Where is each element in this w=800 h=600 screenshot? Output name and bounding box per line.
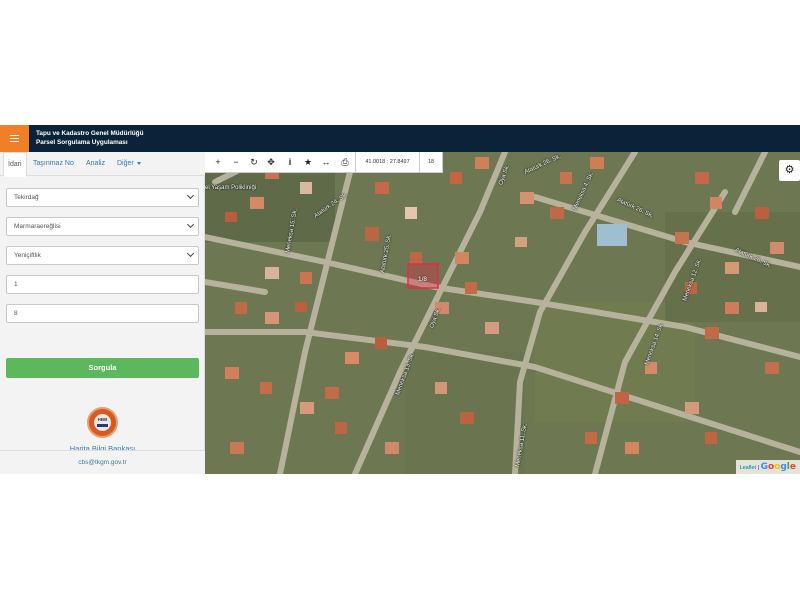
tab-idari[interactable]: İdari	[3, 152, 27, 177]
contact-email-link[interactable]: cbs@tkgm.gov.tr	[0, 450, 205, 474]
crosshair-icon: ✥	[267, 157, 275, 167]
tab-analiz[interactable]: Analiz	[86, 152, 105, 176]
ruler-icon: ↔	[321, 157, 331, 167]
chevron-down-icon	[186, 191, 195, 200]
parcel-label[interactable]: 1/8	[418, 276, 427, 283]
favorite-button[interactable]: ★	[299, 152, 317, 173]
province-select[interactable]: Tekirdağ	[6, 188, 199, 207]
locate-button[interactable]: ✥	[262, 152, 280, 173]
logo-text: HBB	[97, 417, 108, 422]
tab-diger[interactable]: Diğer	[117, 152, 141, 176]
tab-label: Taşınmaz No	[33, 160, 74, 167]
menu-button[interactable]	[0, 125, 29, 152]
chevron-down-icon	[186, 220, 195, 229]
search-panel: İdari Taşınmaz No Analiz Diğer Tekirdağ …	[0, 152, 205, 474]
google-logo: Google	[760, 462, 796, 472]
query-button[interactable]: Sorgula	[6, 358, 199, 378]
neighborhood-value: Yeniçiftlik	[14, 252, 41, 259]
satellite-imagery	[205, 152, 800, 474]
district-select[interactable]: Marmaraereğlisi	[6, 217, 199, 236]
province-value: Tekirdağ	[14, 194, 39, 201]
zoom-out-button[interactable]: −	[227, 152, 245, 173]
tab-tasinmaz-no[interactable]: Taşınmaz No	[33, 152, 74, 176]
parcel-value: 8	[14, 310, 18, 317]
zoom-in-button[interactable]: +	[209, 152, 227, 173]
poi-label: el Yaşam Polikliniği	[205, 185, 257, 191]
tab-label: Analiz	[86, 160, 106, 167]
refresh-icon: ↻	[250, 157, 258, 167]
leaflet-link[interactable]: Leaflet	[740, 465, 757, 471]
coordinate-readout: 41.0018 : 27.8497	[355, 152, 420, 173]
satellite-map[interactable]: el Yaşam Polikliniği Atatürk 24. Sk. Ata…	[205, 152, 800, 474]
attribution-separator: |	[757, 465, 760, 471]
neighborhood-select[interactable]: Yeniçiftlik	[6, 246, 199, 265]
info-icon: i	[288, 157, 292, 167]
app-title: Tapu ve Kadastro Genel Müdürlüğü Parsel …	[36, 129, 143, 147]
info-button[interactable]: i	[281, 152, 299, 173]
tab-label: İdari	[8, 161, 22, 168]
gear-icon: ⚙	[784, 164, 795, 176]
parcel-input[interactable]: 8	[6, 304, 199, 323]
block-value: 1	[14, 281, 18, 288]
print-icon: ⎙	[341, 157, 349, 167]
settings-button[interactable]: ⚙	[779, 160, 800, 181]
title-line-1: Tapu ve Kadastro Genel Müdürlüğü	[36, 130, 144, 137]
block-input[interactable]: 1	[6, 275, 199, 294]
caret-down-icon	[136, 161, 141, 165]
title-line-2: Parsel Sorgulama Uygulaması	[36, 139, 128, 146]
plus-icon: +	[215, 157, 221, 167]
print-button[interactable]: ⎙	[336, 152, 354, 173]
star-icon: ★	[303, 157, 313, 167]
map-attribution: Leaflet | Google	[735, 460, 800, 474]
header-bar: Tapu ve Kadastro Genel Müdürlüğü Parsel …	[0, 125, 800, 152]
map-toolbar: + − ↻ ✥ i ★ ↔ ⎙ 41.0018 : 27.8497 18	[205, 152, 443, 173]
minus-icon: −	[233, 157, 239, 167]
tab-bar: İdari Taşınmaz No Analiz Diğer	[0, 152, 205, 177]
zoom-level: 18	[427, 159, 435, 165]
district-value: Marmaraereğlisi	[14, 223, 61, 230]
parcel-query-app: Tapu ve Kadastro Genel Müdürlüğü Parsel …	[0, 125, 800, 474]
refresh-button[interactable]: ↻	[245, 152, 263, 173]
measure-button[interactable]: ↔	[317, 152, 335, 173]
hamburger-icon	[10, 135, 19, 142]
hbb-logo[interactable]: HBB	[87, 407, 118, 438]
chevron-down-icon	[186, 249, 195, 258]
tab-label: Diğer	[117, 160, 134, 167]
